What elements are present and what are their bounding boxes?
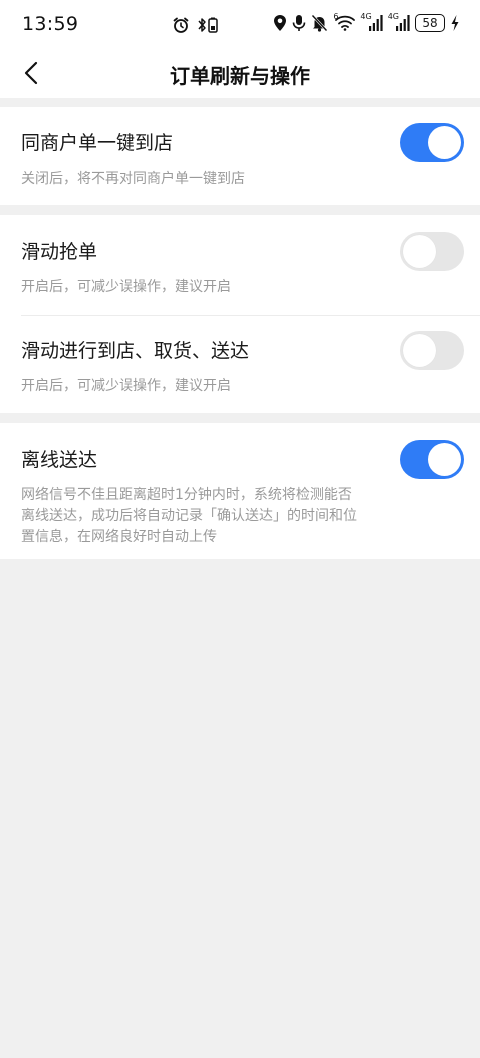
top-navigation-bar: 订单刷新与操作 [0,48,480,98]
settings-card-swipe-actions: 滑动抢单 开启后，可减少误操作，建议开启 滑动进行到店、取货、送达 开启后，可减… [0,215,480,413]
divider [21,315,480,316]
status-icons-right-group: 6 4G 4G 58 [273,12,460,34]
setting-title-swipe-grab: 滑动抢单 [21,241,98,263]
toggle-knob [403,334,436,367]
setting-title-offline-delivery: 离线送达 [21,449,98,471]
setting-title-one-tap-arrival: 同商户单一键到店 [21,132,174,154]
status-icons-left-group [172,14,220,36]
wifi-label: 6 [333,12,339,21]
signal2-label: 4G [387,12,399,21]
status-time: 13:59 [22,13,79,35]
page-title: 订单刷新与操作 [170,64,310,88]
microphone-icon [292,12,306,34]
toggle-swipe-grab[interactable] [400,232,464,271]
bluetooth-battery-icon [196,14,220,36]
toggle-knob [428,126,461,159]
settings-card-offline-delivery: 离线送达 网络信号不佳且距离超时1分钟内时，系统将检测能否 离线送达，成功后将自… [0,423,480,559]
bell-off-icon [311,12,328,34]
cell-signal-icon: 4G [388,12,410,34]
charging-icon [450,12,460,34]
status-bar: 13:59 6 4G 4G 58 [0,0,480,48]
settings-card-store-arrival: 同商户单一键到店 关闭后，将不再对同商户单一键到店 [0,107,480,205]
signal1-label: 4G [360,12,372,21]
wifi-icon: 6 [333,12,356,34]
toggle-knob [428,443,461,476]
toggle-swipe-progress[interactable] [400,331,464,370]
setting-desc-offline-delivery-line3: 置信息，在网络良好时自动上传 [21,529,217,545]
setting-desc-offline-delivery-line1: 网络信号不佳且距离超时1分钟内时，系统将检测能否 [21,487,352,503]
setting-desc-offline-delivery-line2: 离线送达，成功后将自动记录「确认送达」的时间和位 [21,508,357,524]
setting-desc-one-tap-arrival: 关闭后，将不再对同商户单一键到店 [21,171,245,187]
toggle-one-tap-arrival[interactable] [400,123,464,162]
toggle-offline-delivery[interactable] [400,440,464,479]
setting-title-swipe-progress: 滑动进行到店、取货、送达 [21,340,250,362]
location-icon [273,12,287,34]
toggle-knob [403,235,436,268]
setting-desc-swipe-grab: 开启后，可减少误操作，建议开启 [21,279,231,295]
setting-desc-swipe-progress: 开启后，可减少误操作，建议开启 [21,378,231,394]
cell-signal-icon: 4G [360,12,383,34]
alarm-icon [172,14,190,36]
battery-icon: 58 [415,14,445,32]
